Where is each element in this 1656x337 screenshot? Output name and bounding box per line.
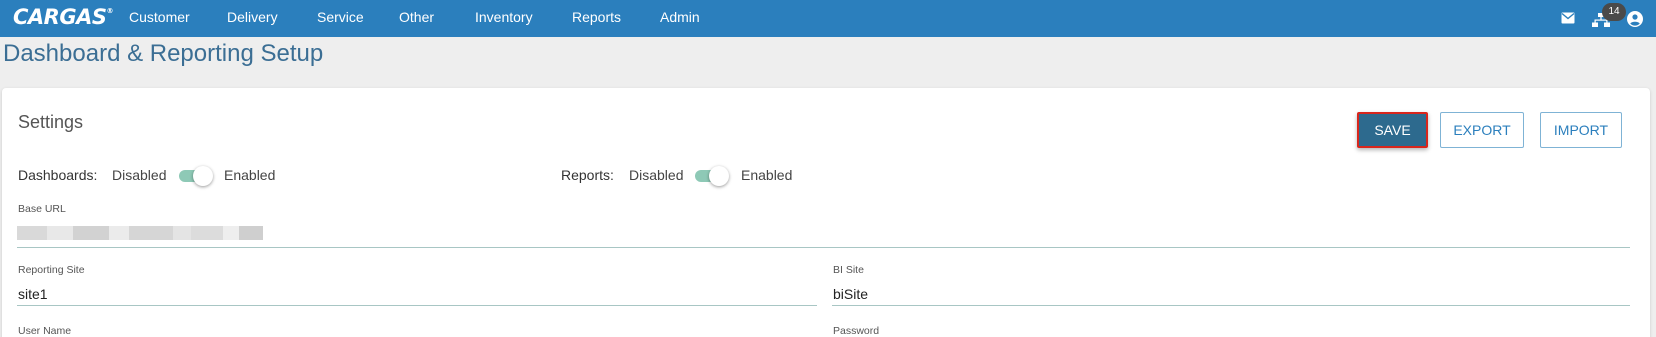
nav-admin[interactable]: Admin [660,9,700,25]
toggle-thumb [193,166,213,186]
bi-site-input[interactable] [832,282,1630,306]
export-button[interactable]: EXPORT [1440,112,1524,148]
dashboards-enabled-label: Enabled [224,167,276,183]
nav-service[interactable]: Service [317,9,364,25]
settings-section-title: Settings [18,112,84,132]
base-url-label: Base URL [18,203,66,215]
toggle-thumb [709,166,729,186]
cargas-logo[interactable]: CARGAS® [13,5,113,29]
redacted-url-value [17,226,263,240]
dashboards-disabled-label: Disabled [112,167,167,183]
nav-inventory[interactable]: Inventory [475,9,533,25]
reports-label: Reports: [561,167,614,183]
nav-customer[interactable]: Customer [129,9,190,25]
nav-reports[interactable]: Reports [572,9,621,25]
save-button[interactable]: SAVE [1357,112,1428,148]
dashboards-toggle[interactable] [177,166,213,186]
reports-toggle[interactable] [693,166,729,186]
account-circle-icon[interactable] [1627,11,1643,27]
reporting-site-label: Reporting Site [18,264,85,276]
reports-disabled-label: Disabled [629,167,684,183]
dashboards-label: Dashboards: [18,167,98,183]
password-label: Password [833,325,880,337]
page-title: Dashboard & Reporting Setup [3,40,324,67]
import-button[interactable]: IMPORT [1540,112,1622,148]
user-name-label: User Name [18,325,72,337]
reporting-site-input[interactable] [17,282,817,306]
nav-other[interactable]: Other [399,9,434,25]
mail-icon[interactable] [1561,12,1575,24]
bi-site-label: BI Site [833,264,864,276]
top-nav-bar: CARGAS® Customer Delivery Service Other … [0,0,1656,37]
nav-delivery[interactable]: Delivery [227,9,278,25]
notification-badge: 14 [1602,3,1626,21]
reports-enabled-label: Enabled [741,167,793,183]
